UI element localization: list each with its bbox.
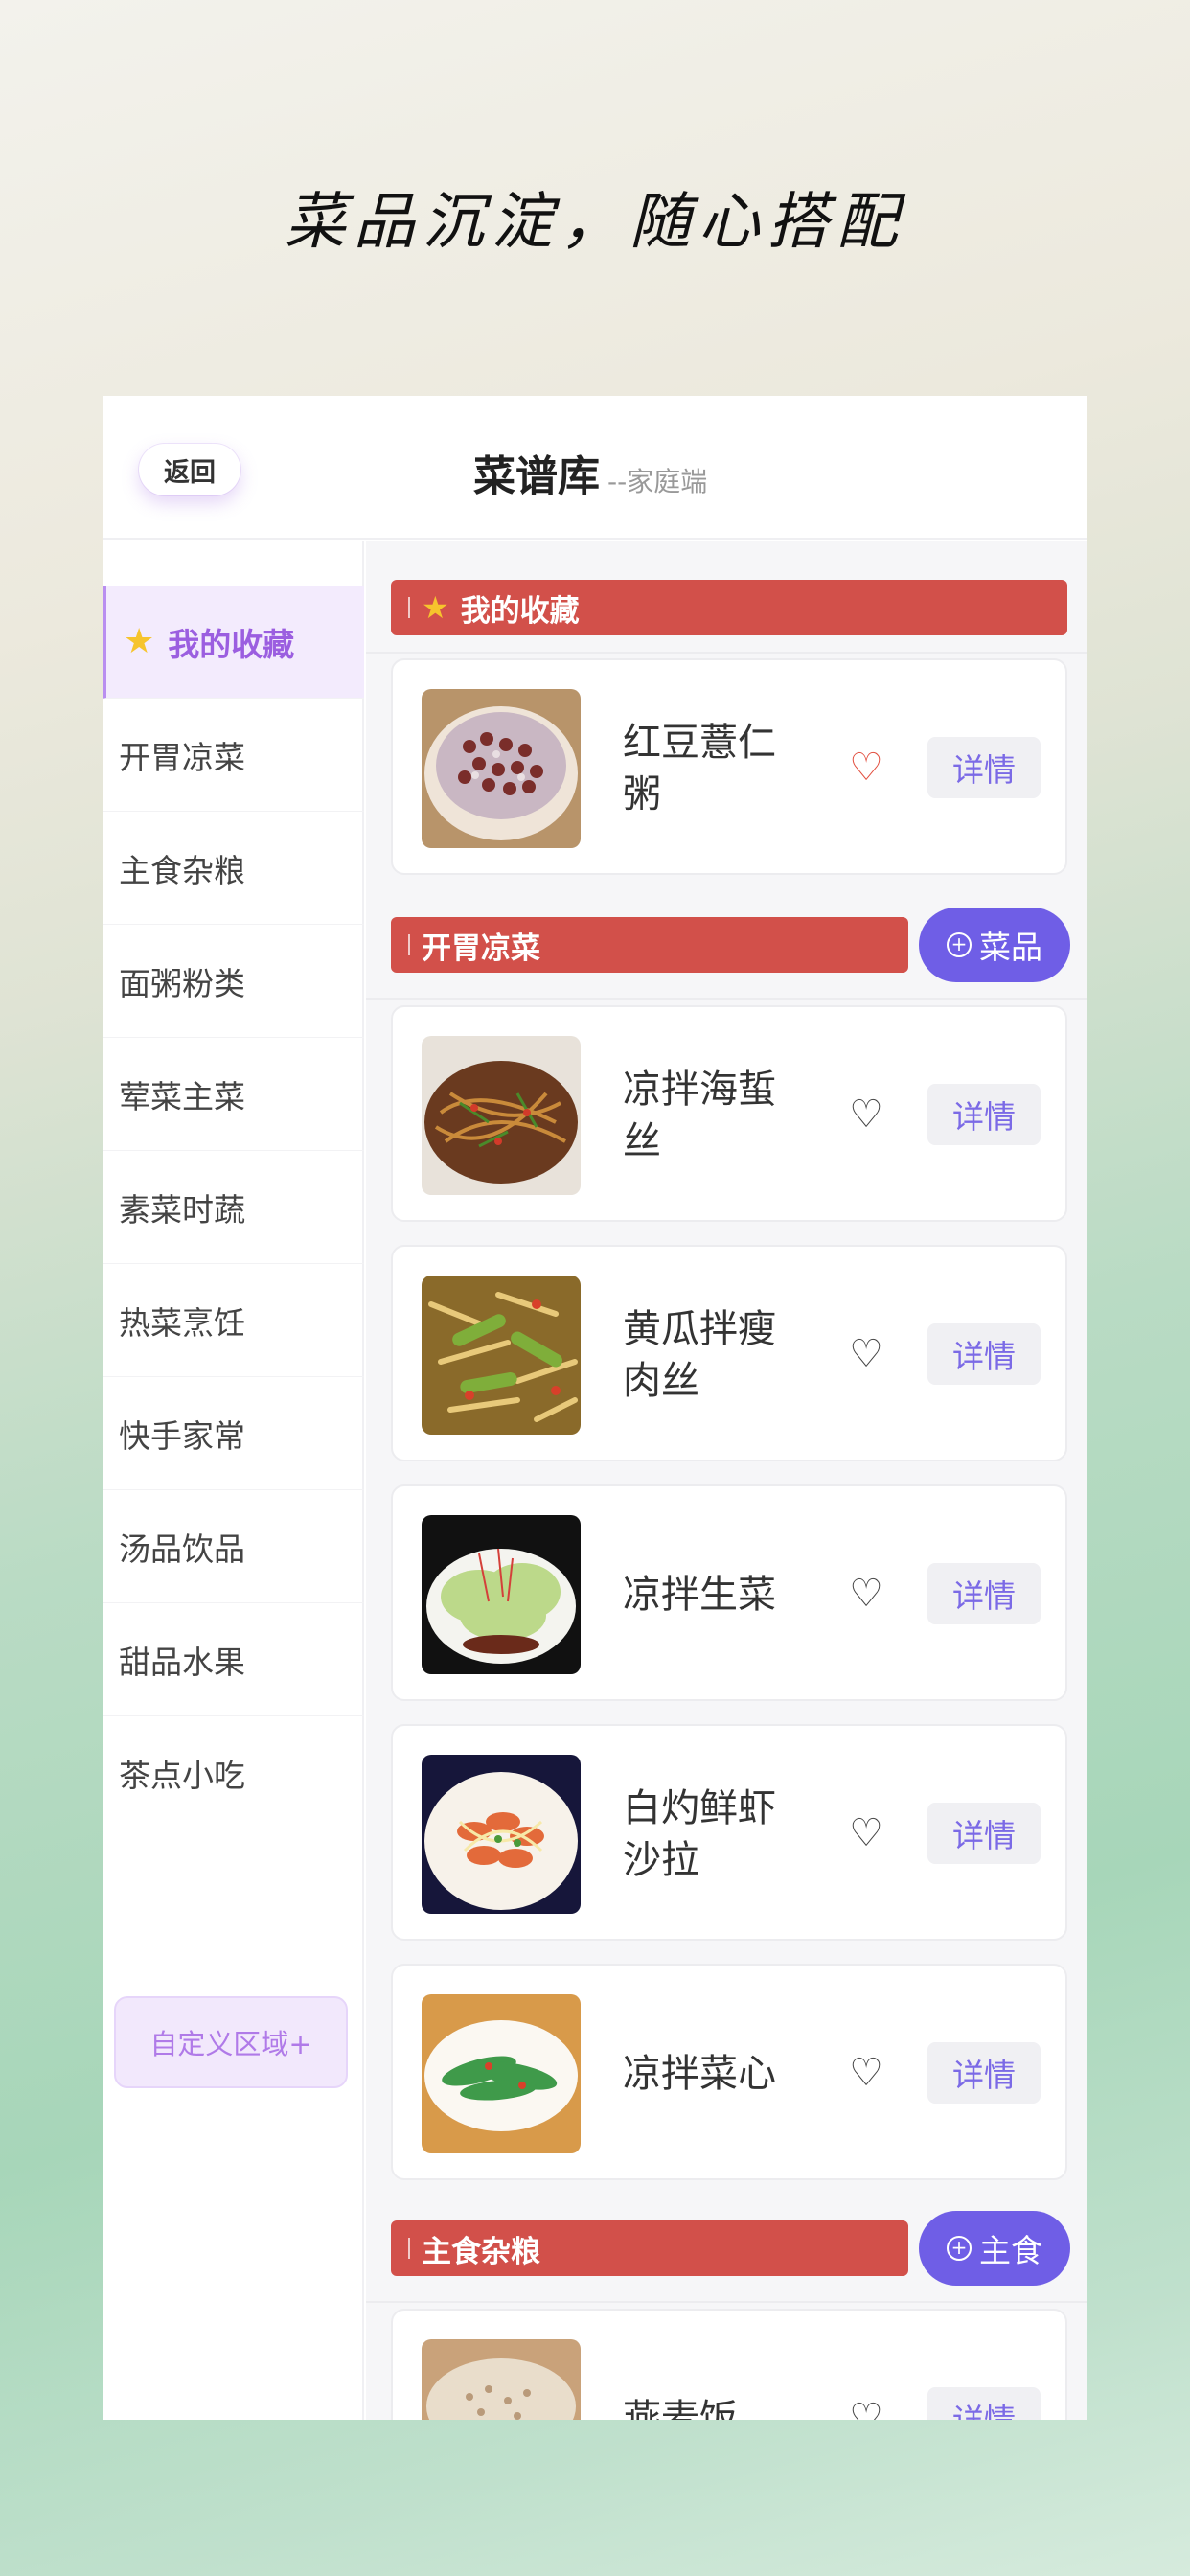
title-main: 菜谱库 xyxy=(473,452,600,501)
add-button-label: 主食 xyxy=(979,2232,1042,2269)
dish-image xyxy=(422,1276,581,1435)
page-title: 菜谱库 --家庭端 xyxy=(473,442,707,503)
sidebar-item-label: 我的收藏 xyxy=(168,625,295,663)
plus-icon: + xyxy=(947,932,972,957)
dish-name: 红豆薏仁粥 xyxy=(623,721,776,816)
tagline: 菜品沉淀，随心搭配 xyxy=(285,187,905,258)
title-sub: --家庭端 xyxy=(607,466,708,497)
dish-card[interactable]: 白灼鲜虾沙拉 ♡ 详情 xyxy=(391,1724,1067,1941)
dish-image xyxy=(422,1755,581,1914)
sidebar-item-label: 面粥粉类 xyxy=(119,964,245,1002)
heart-icon[interactable]: ♡ xyxy=(845,1333,887,1375)
sidebar-item-label: 荤菜主菜 xyxy=(119,1077,245,1116)
sidebar-item-label: 热菜烹饪 xyxy=(119,1303,245,1342)
detail-button[interactable]: 详情 xyxy=(927,1084,1041,1145)
add-dish-button[interactable]: + 菜品 xyxy=(919,908,1070,982)
detail-button[interactable]: 详情 xyxy=(927,1563,1041,1624)
divider xyxy=(366,2301,1087,2303)
divider xyxy=(408,934,410,955)
section-header-appetizers: 开胃凉菜 xyxy=(391,917,908,973)
add-button-label: 菜品 xyxy=(979,929,1042,966)
section-title: 开胃凉菜 xyxy=(422,931,540,966)
sidebar-item-label: 开胃凉菜 xyxy=(119,738,245,776)
detail-button[interactable]: 详情 xyxy=(927,737,1041,798)
detail-button[interactable]: 详情 xyxy=(927,1803,1041,1864)
dish-name: 凉拌菜心 xyxy=(623,2052,776,2096)
sidebar-item-snacks[interactable]: 茶点小吃 xyxy=(103,1716,364,1829)
dish-card[interactable]: 凉拌菜心 ♡ 详情 xyxy=(391,1964,1067,2180)
dish-card[interactable]: 凉拌海蜇丝 ♡ 详情 xyxy=(391,1005,1067,1222)
sidebar-item-favorites[interactable]: ★ 我的收藏 xyxy=(103,586,364,699)
plus-icon: + xyxy=(947,2236,972,2261)
dish-image xyxy=(422,1994,581,2153)
sidebar-item-soups[interactable]: 汤品饮品 xyxy=(103,1490,364,1603)
section-title: 我的收藏 xyxy=(460,593,580,629)
heart-icon[interactable]: ♡ xyxy=(845,747,887,789)
custom-area-button[interactable]: 自定义区域+ xyxy=(114,1996,348,2088)
heart-icon[interactable]: ♡ xyxy=(845,1573,887,1615)
dish-image xyxy=(422,1515,581,1674)
add-staple-button[interactable]: + 主食 xyxy=(919,2211,1070,2286)
dish-name: 黄瓜拌瘦肉丝 xyxy=(623,1307,776,1403)
app-screen: 返回 菜谱库 --家庭端 ★ 我的收藏 开胃凉菜 主食杂粮 面粥粉类 荤菜主菜 … xyxy=(103,396,1087,2420)
star-icon: ★ xyxy=(422,589,449,626)
dish-card[interactable]: 黄瓜拌瘦肉丝 ♡ 详情 xyxy=(391,1245,1067,1461)
heart-icon[interactable]: ♡ xyxy=(845,1093,887,1136)
sidebar-item-staples[interactable]: 主食杂粮 xyxy=(103,812,364,925)
dish-list: ★ 我的收藏 红豆薏仁粥 ♡ 详情 开胃凉菜 + 菜品 凉拌海蜇丝 ♡ 详情 黄… xyxy=(366,541,1087,2420)
dish-image xyxy=(422,2339,581,2420)
sidebar-item-label: 茶点小吃 xyxy=(119,1756,245,1794)
section-header-favorites: ★ 我的收藏 xyxy=(391,580,1067,635)
dish-name: 凉拌海蜇丝 xyxy=(623,1068,776,1163)
sidebar-item-label: 汤品饮品 xyxy=(119,1530,245,1568)
sidebar-item-label: 主食杂粮 xyxy=(119,851,245,889)
divider xyxy=(408,2238,410,2259)
dish-card[interactable]: 红豆薏仁粥 ♡ 详情 xyxy=(391,658,1067,875)
sidebar-item-desserts[interactable]: 甜品水果 xyxy=(103,1603,364,1716)
header: 返回 菜谱库 --家庭端 xyxy=(103,396,1087,540)
category-sidebar: ★ 我的收藏 开胃凉菜 主食杂粮 面粥粉类 荤菜主菜 素菜时蔬 热菜烹饪 快手家… xyxy=(103,541,364,2420)
detail-button[interactable]: 详情 xyxy=(927,2387,1041,2420)
heart-icon[interactable]: ♡ xyxy=(845,2052,887,2094)
heart-icon[interactable]: ♡ xyxy=(845,1812,887,1854)
divider xyxy=(408,597,410,618)
divider xyxy=(366,998,1087,1000)
divider xyxy=(366,652,1087,654)
dish-name: 凉拌生菜 xyxy=(623,1573,776,1617)
sidebar-item-meat[interactable]: 荤菜主菜 xyxy=(103,1038,364,1151)
detail-button[interactable]: 详情 xyxy=(927,1323,1041,1385)
back-button[interactable]: 返回 xyxy=(139,444,240,495)
dish-name: 燕麦饭 xyxy=(623,2397,738,2420)
sidebar-item-quick-home[interactable]: 快手家常 xyxy=(103,1377,364,1490)
section-header-staples: 主食杂粮 xyxy=(391,2220,908,2276)
dish-card[interactable]: 燕麦饭 ♡ 详情 xyxy=(391,2309,1067,2420)
sidebar-item-label: 甜品水果 xyxy=(119,1643,245,1681)
sidebar-item-noodles[interactable]: 面粥粉类 xyxy=(103,925,364,1038)
sidebar-item-label: 素菜时蔬 xyxy=(119,1190,245,1229)
sidebar-item-appetizers[interactable]: 开胃凉菜 xyxy=(103,699,364,812)
detail-button[interactable]: 详情 xyxy=(927,2042,1041,2104)
sidebar-item-vegetables[interactable]: 素菜时蔬 xyxy=(103,1151,364,1264)
heart-icon[interactable]: ♡ xyxy=(845,2397,887,2420)
dish-image xyxy=(422,689,581,848)
dish-name: 白灼鲜虾沙拉 xyxy=(623,1786,776,1882)
sidebar-item-hot-dishes[interactable]: 热菜烹饪 xyxy=(103,1264,364,1377)
dish-card[interactable]: 凉拌生菜 ♡ 详情 xyxy=(391,1484,1067,1701)
section-title: 主食杂粮 xyxy=(422,2234,540,2269)
star-icon: ★ xyxy=(124,622,155,661)
sidebar-item-label: 快手家常 xyxy=(119,1416,245,1455)
dish-image xyxy=(422,1036,581,1195)
